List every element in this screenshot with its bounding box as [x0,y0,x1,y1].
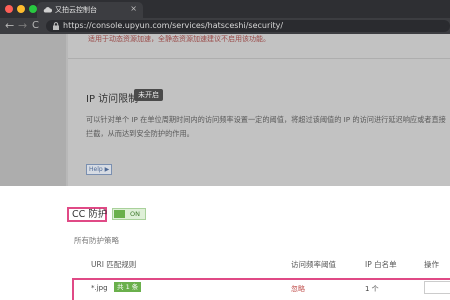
cloud-icon [43,7,52,13]
help-button[interactable]: Help ▶ [86,164,113,175]
browser-titlebar: 又拍云控制台 × [0,0,450,18]
minimize-window-button[interactable] [17,5,25,13]
reload-button[interactable]: C [32,19,39,33]
divider [68,58,450,59]
column-header-ip-whitelist: IP 白名单 [365,260,397,269]
settings-card [68,34,450,186]
dimmed-background: 适用于动态资源加速，全静态资源加速建议不启用该功能。 IP 访问限制 未开启 可… [0,34,450,186]
column-header-uri: URI 匹配规则 [91,260,137,269]
sidebar-dimmed [0,34,66,186]
url-text: https://console.upyun.com/services/hatsc… [63,21,284,30]
maximize-window-button[interactable] [29,5,37,13]
column-header-frequency: 访问频率阈值 [291,260,336,269]
back-button[interactable]: ← [5,19,14,33]
browser-tab[interactable]: 又拍云控制台 × [37,2,143,18]
ip-limit-status-badge[interactable]: 未开启 [134,89,163,101]
close-window-button[interactable] [5,5,13,13]
lock-icon [53,22,59,30]
row-ip-whitelist: 1 个 [365,285,379,293]
forward-button[interactable]: → [18,19,27,33]
row-uri: *.jpg [91,284,108,292]
cc-protection-toggle[interactable]: ON [112,208,146,220]
row-frequency: 忽略 [291,285,305,293]
ip-limit-description: 可以针对单个 IP 在单位周期时间内的访问频率设置一定的阈值，将超过该阈值的 I… [86,115,446,138]
tab-close-button[interactable]: × [130,4,137,14]
column-header-actions: 操作 [424,260,439,269]
address-bar[interactable]: https://console.upyun.com/services/hatsc… [46,20,450,32]
toggle-label: ON [130,210,140,218]
tab-title: 又拍云控制台 [55,6,97,14]
browser-toolbar: ← → C https://console.upyun.com/services… [0,18,450,34]
acceleration-note: 适用于动态资源加速，全静态资源加速建议不启用该功能。 [88,35,270,43]
ip-limit-title: IP 访问限制 [86,94,139,105]
cc-protection-title: CC 防护 [72,209,108,220]
row-action-button[interactable] [424,281,450,294]
toggle-knob [114,210,125,218]
all-policies-label: 所有防护策略 [74,236,119,245]
rule-count-badge[interactable]: 共 1 条 [114,282,142,292]
